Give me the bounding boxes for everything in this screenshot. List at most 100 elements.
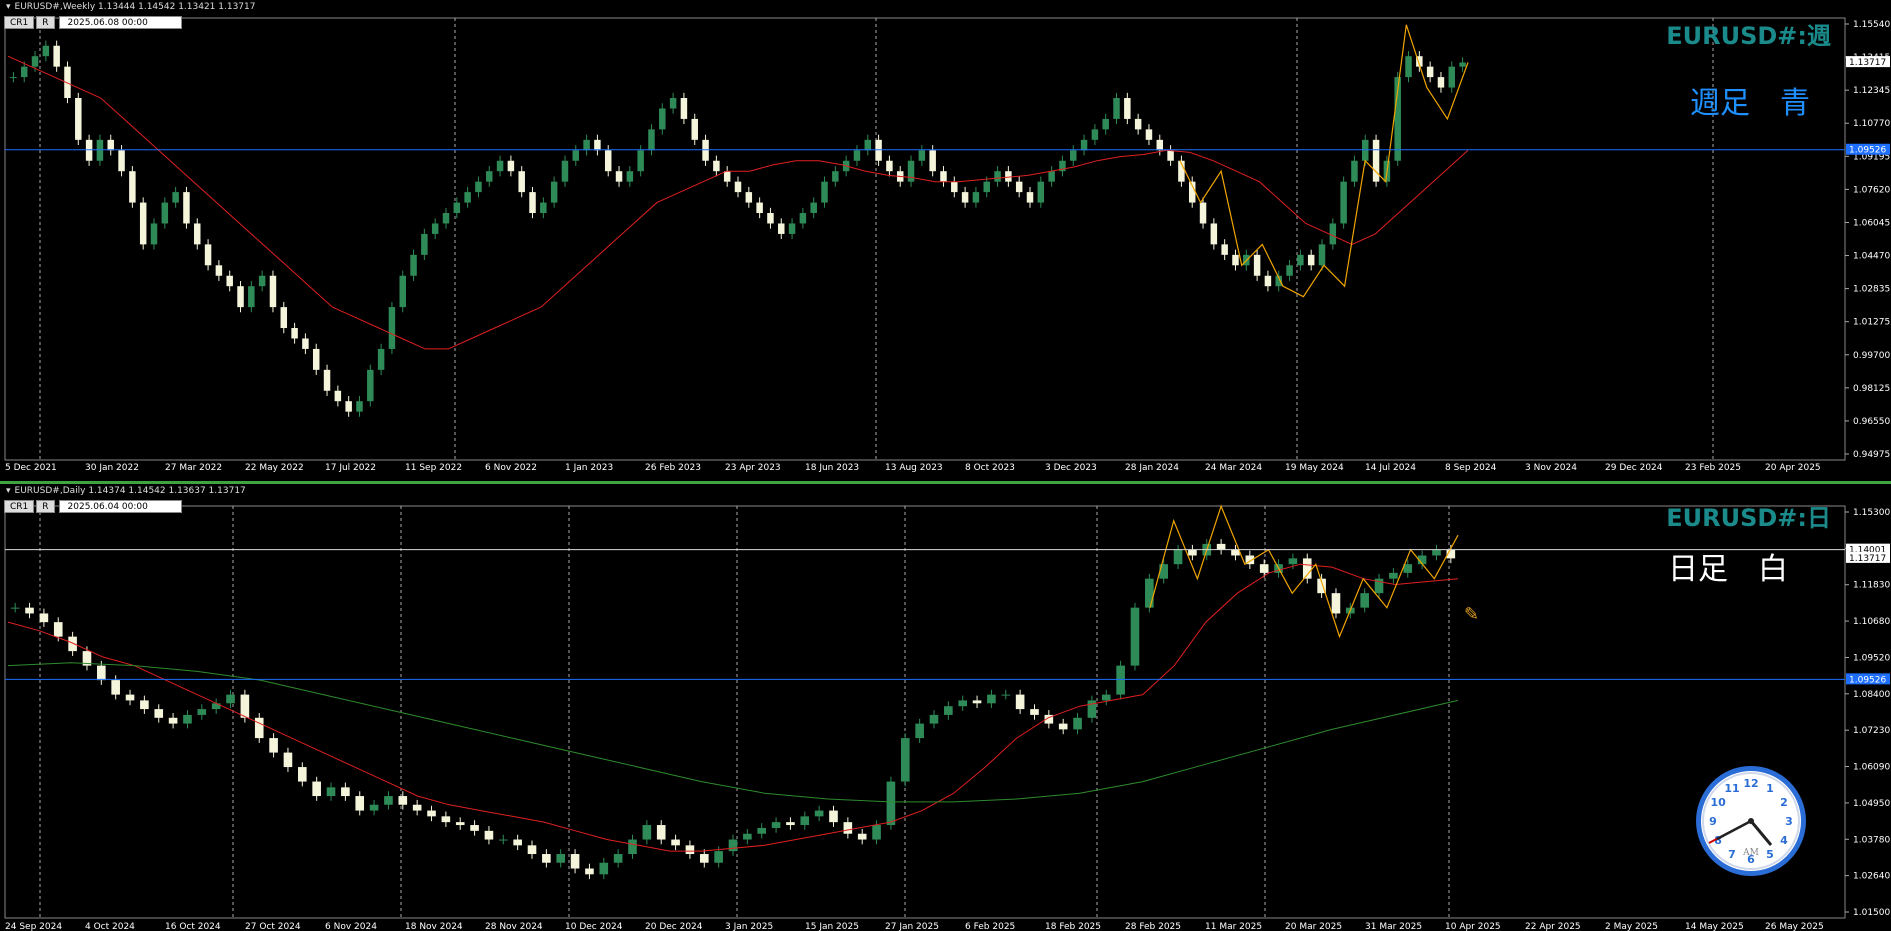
weekly-chart-pane[interactable]: 1.155401.134151.123451.107701.091951.076… — [0, 0, 1891, 481]
date-tick-label: 11 Sep 2022 — [405, 463, 462, 473]
candle-body — [377, 348, 385, 370]
date-tick-label: 2 May 2025 — [1605, 922, 1658, 931]
price-tick-label: 1.06045 — [1853, 218, 1890, 228]
weekly-subtitle: 週足 青 — [1690, 86, 1810, 121]
daily-chart-canvas[interactable]: 1.153001.129901.118301.106801.095201.084… — [0, 484, 1891, 931]
candle-body — [10, 77, 17, 79]
date-tick-label: 29 Dec 2024 — [1605, 463, 1663, 473]
clock-number: 12 — [1743, 777, 1758, 790]
candle-body — [345, 401, 352, 412]
price-tick-label: 0.94975 — [1853, 450, 1890, 460]
candle-body — [1037, 181, 1045, 203]
analog-clock-icon: 12 1234567891011 AM — [1696, 766, 1806, 876]
clock-number: 9 — [1709, 815, 1717, 828]
collapse-triangle-icon[interactable]: ▾ — [6, 486, 11, 496]
candle-body — [453, 202, 461, 214]
candle-body — [464, 192, 471, 203]
candle-body — [900, 738, 910, 782]
date-tick-label: 18 Feb 2025 — [1045, 922, 1101, 931]
date-tick-label: 16 Oct 2024 — [165, 922, 221, 931]
candle-body — [412, 804, 422, 811]
daily-subtitle: 日足 白 — [1668, 552, 1788, 587]
candle-body — [1058, 723, 1068, 730]
price-tick-label: 1.15540 — [1853, 20, 1890, 30]
candle-body — [1070, 150, 1077, 161]
clock-number: 2 — [1780, 796, 1788, 809]
candle-body — [699, 854, 709, 863]
daily-chart-pane[interactable]: 1.153001.129901.118301.106801.095201.084… — [0, 481, 1891, 931]
weekly-toolbar: CR1 R 2025.06.08 00:00 — [4, 16, 182, 29]
candle-body — [399, 275, 406, 308]
candle-body — [470, 825, 479, 831]
cr1-button[interactable]: CR1 — [4, 500, 35, 513]
price-tick-label: 0.98125 — [1853, 384, 1890, 394]
date-tick-label: 10 Dec 2024 — [565, 922, 623, 931]
candle-body — [283, 752, 293, 768]
moving-average-line — [7, 563, 1459, 852]
candle-body — [150, 223, 158, 245]
price-tick-label: 1.06090 — [1853, 763, 1890, 773]
daily-info-text: EURUSD#,Daily 1.14374 1.14542 1.13637 1.… — [14, 486, 246, 496]
candle-body — [183, 714, 192, 724]
candle-body — [513, 839, 522, 846]
candle-body — [254, 717, 264, 739]
cr1-button[interactable]: CR1 — [4, 16, 35, 29]
candle-body — [118, 150, 125, 172]
candle-body — [53, 622, 63, 637]
datetime-field[interactable]: 2025.06.04 00:00 — [58, 500, 182, 513]
date-tick-label: 15 Jan 2025 — [805, 922, 859, 931]
candle-body — [572, 150, 580, 161]
candle-body — [756, 202, 763, 214]
candle-body — [843, 822, 853, 834]
candle-body — [240, 694, 250, 718]
candle-body — [53, 45, 60, 67]
candle-body — [1116, 665, 1125, 695]
candle-body — [96, 139, 104, 161]
crosshair-tool-icon[interactable]: ✎ — [1464, 604, 1479, 625]
date-tick-label: 27 Oct 2024 — [245, 922, 301, 931]
candle-body — [431, 223, 439, 234]
candle-body — [1216, 543, 1226, 550]
candle-body — [1372, 139, 1380, 182]
candle-body — [1005, 171, 1012, 182]
candle-body — [226, 694, 235, 704]
candle-body — [302, 338, 309, 349]
clock-number: 11 — [1724, 782, 1739, 795]
candle-body — [734, 181, 742, 193]
candle-body — [194, 223, 201, 245]
candle-body — [496, 160, 504, 172]
date-tick-label: 23 Apr 2023 — [725, 463, 781, 473]
datetime-field[interactable]: 2025.06.08 00:00 — [58, 16, 182, 29]
candle-body — [659, 108, 666, 130]
candle-body — [743, 833, 752, 840]
candle-body — [39, 613, 49, 623]
collapse-triangle-icon[interactable]: ▾ — [6, 2, 11, 12]
candle-body — [613, 854, 623, 863]
price-label-text: 1.09526 — [1849, 146, 1886, 156]
r-button[interactable]: R — [36, 16, 55, 29]
price-tick-label: 1.11830 — [1853, 581, 1890, 591]
candle-body — [788, 223, 796, 234]
r-button[interactable]: R — [36, 500, 55, 513]
candle-body — [111, 680, 120, 695]
candle-body — [972, 700, 982, 704]
candle-body — [799, 213, 807, 224]
candle-body — [204, 244, 212, 266]
candle-body — [1167, 150, 1174, 161]
weekly-chart-canvas[interactable]: 1.155401.134151.123451.107701.091951.076… — [0, 0, 1891, 481]
candle-body — [540, 202, 547, 214]
candle-body — [168, 717, 178, 724]
date-tick-label: 3 Nov 2024 — [1525, 463, 1577, 473]
clock-number: 10 — [1710, 796, 1726, 809]
candle-body — [518, 171, 525, 193]
candle-body — [1351, 160, 1358, 182]
candle-body — [987, 694, 996, 704]
candle-body — [1331, 593, 1341, 614]
price-tick-label: 0.99700 — [1853, 351, 1890, 361]
candle-body — [940, 171, 947, 182]
plot-frame — [4, 17, 1846, 461]
price-tick-label: 1.04950 — [1853, 799, 1890, 809]
candle-body — [183, 192, 190, 224]
candle-body — [355, 796, 365, 811]
candle-body — [498, 839, 508, 841]
